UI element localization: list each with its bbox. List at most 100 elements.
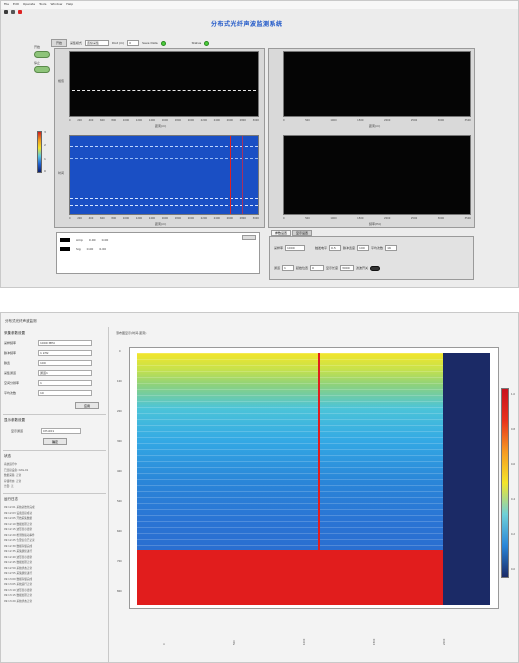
param2-label: Dist (m)	[112, 41, 125, 45]
log-line: 09:12:45 数据处理正常	[4, 561, 33, 564]
pulse-width-field[interactable]: 100	[357, 245, 370, 251]
amplitude-trace	[72, 90, 256, 91]
log-line: 09:12:01 系统初始化完成	[4, 506, 35, 509]
log-list[interactable]: 09:12:01 系统初始化完成 09:12:03 设备连接成功 09:12:0…	[4, 505, 35, 604]
confirm-button[interactable]: 确定	[43, 438, 67, 445]
side-stop-button[interactable]	[34, 66, 50, 73]
waterfall-plot[interactable]	[69, 135, 259, 215]
cbar-tick: 0.2	[511, 533, 515, 536]
side-start-button[interactable]	[34, 51, 50, 58]
amplitude-xticks: 0 200 400 600 800 1000 1200 1400 1600 1800 2000 220…	[69, 119, 259, 122]
menu-file[interactable]: File	[4, 2, 9, 8]
setting-row: 采集通道 通道1	[4, 370, 92, 376]
pulse-freq-field[interactable]: 1 kHz	[38, 350, 92, 356]
setting-row: 空间分辨率 1	[4, 380, 92, 386]
setting-row: 脉冲频率 1 kHz	[4, 350, 92, 356]
frequency-xticks: 0 500 1000 1500 2000 2500 3000 3500	[283, 217, 471, 220]
param1-label: 采集模式	[70, 41, 83, 45]
left-plot-panel: 幅值 0 200 400 600 800 1000 1200 1400 1600 1800 2000…	[54, 48, 265, 228]
frequency-plot[interactable]	[283, 135, 471, 215]
event-marker	[318, 353, 320, 550]
status-led-icon	[204, 40, 210, 46]
run-continuous-icon[interactable]	[11, 10, 15, 14]
trigger-field[interactable]: 0.5	[329, 245, 342, 251]
screenshot-top: File Edit Operate Tools Window Help 分布式光…	[0, 0, 519, 288]
toolbar	[4, 10, 22, 14]
menu-operate[interactable]: Operate	[23, 2, 35, 8]
cbar-tick: 0.8	[511, 428, 515, 431]
amplitude-ylabel: 幅值	[58, 79, 65, 83]
section-log: 运行日志	[4, 497, 18, 501]
menu-edit[interactable]: Edit	[13, 2, 19, 8]
log-line: 09:13:05 系统运行正常	[4, 583, 33, 586]
waterfall-xticks: 0 200 400 600 800 1000 1200 1400 1600 1800 2000 220…	[69, 217, 259, 220]
sampling-field[interactable]: 1000 MHz	[38, 340, 92, 346]
menu-window[interactable]: Window	[50, 2, 62, 8]
setting-row: 脉宽 100	[4, 360, 92, 366]
control-row: 开始 采集模式 连续采集 Dist (m) 0 Save Data Status	[51, 39, 210, 47]
cbar-tick: 0.4	[511, 498, 515, 501]
log-line: 09:12:15 波形显示更新	[4, 528, 33, 531]
app-title: 分布式光纤声波监测系统	[211, 21, 283, 28]
log-line: 09:13:15 数据处理正常	[4, 594, 33, 597]
menu-tools[interactable]: Tools	[39, 2, 46, 8]
average-field[interactable]: 10	[38, 390, 92, 396]
cbar-tick: 0	[44, 169, 46, 173]
waterfall-empty-band	[443, 353, 490, 605]
channel-field[interactable]: 1	[282, 265, 295, 271]
status-list: 系统运行中 已连接设备: DAS-01 数据采集: 正常 存储状态: 正常 告警…	[4, 462, 28, 490]
frequency-xlabel: 频率(Hz)	[369, 222, 382, 226]
legend-table: Amp 0.00 0.00 Sig 0.00 0.00	[56, 232, 260, 274]
abort-icon[interactable]	[18, 10, 22, 14]
side-btn1-label: 开始	[34, 45, 41, 49]
legend-scroll-button[interactable]	[242, 235, 256, 240]
waterfall-heatmap[interactable]	[137, 353, 443, 550]
cbar-tick: 2	[44, 143, 46, 147]
y-tick: 0	[119, 350, 121, 353]
y-tick: 300	[117, 440, 122, 443]
amplitude-plot[interactable]	[69, 51, 259, 117]
display-channel-select[interactable]: CH-001	[41, 428, 81, 434]
right-plot-panel: 0 500 1000 1500 2000 2500 3000 3500 距离(m) 0 500 1…	[268, 48, 475, 228]
param3-label: Save Data	[142, 41, 158, 45]
amplitude-xlabel: 距离(m)	[155, 124, 167, 128]
log-line: 09:12:25 告警信息已记录	[4, 539, 35, 542]
display-row: 显示通道 CH-001	[11, 428, 81, 434]
log-line: 09:12:05 开始采集数据	[4, 517, 33, 520]
x-tick: 1500	[373, 638, 376, 645]
start-button[interactable]: 开始	[51, 39, 68, 47]
y-tick: 500	[117, 500, 122, 503]
spectrum-xticks: 0 500 1000 1500 2000 2500 3000 3500	[283, 119, 471, 122]
pulse-width-field[interactable]: 100	[38, 360, 92, 366]
y-tick: 200	[117, 410, 122, 413]
status-line: 告警: 无	[4, 485, 14, 488]
channel-select[interactable]: 通道1	[38, 370, 92, 376]
resolution-field[interactable]: 1	[38, 380, 92, 386]
param-row-2: 通道 1 起始位置 0 显示长度 3000 滤波开关	[274, 265, 381, 271]
log-line: 09:12:55 采集继续进行	[4, 572, 33, 575]
display-len-field[interactable]: 3000	[340, 265, 355, 271]
section-display: 显示参数设置	[4, 418, 25, 422]
param-panel	[269, 236, 474, 280]
x-tick: 0	[163, 643, 166, 645]
menu-help[interactable]: Help	[66, 2, 73, 8]
filter-toggle[interactable]	[370, 265, 381, 271]
run-arrow-icon[interactable]	[4, 10, 8, 14]
start-pos-field[interactable]: 0	[310, 265, 325, 271]
section-acquisition: 采集参数设置	[4, 331, 25, 335]
save-led-icon[interactable]	[160, 40, 166, 46]
section-status: 状态	[4, 454, 11, 458]
apply-button[interactable]: 应用	[75, 402, 99, 409]
y-tick: 600	[117, 530, 122, 533]
param2-field[interactable]: 0	[127, 40, 140, 46]
spectrum-plot[interactable]	[283, 51, 471, 117]
param-row-1: 采样率 1000 触发电平 0.5 脉冲宽度 100 平均次数 16	[274, 245, 398, 251]
param1-field[interactable]: 连续采集	[85, 40, 110, 46]
y-tick: 800	[117, 590, 122, 593]
log-line: 09:13:20 系统状态正常	[4, 599, 33, 603]
setting-row: 采样频率 1000 MHz	[4, 340, 92, 346]
screenshot-bottom: 分布式光纤声波监测 采集参数设置 采样频率 1000 MHz 脉冲频率 1 kHz …	[0, 312, 519, 663]
spectrum-xlabel: 距离(m)	[369, 124, 381, 128]
average-field[interactable]: 16	[385, 245, 398, 251]
sample-rate-field[interactable]: 1000	[285, 245, 306, 251]
